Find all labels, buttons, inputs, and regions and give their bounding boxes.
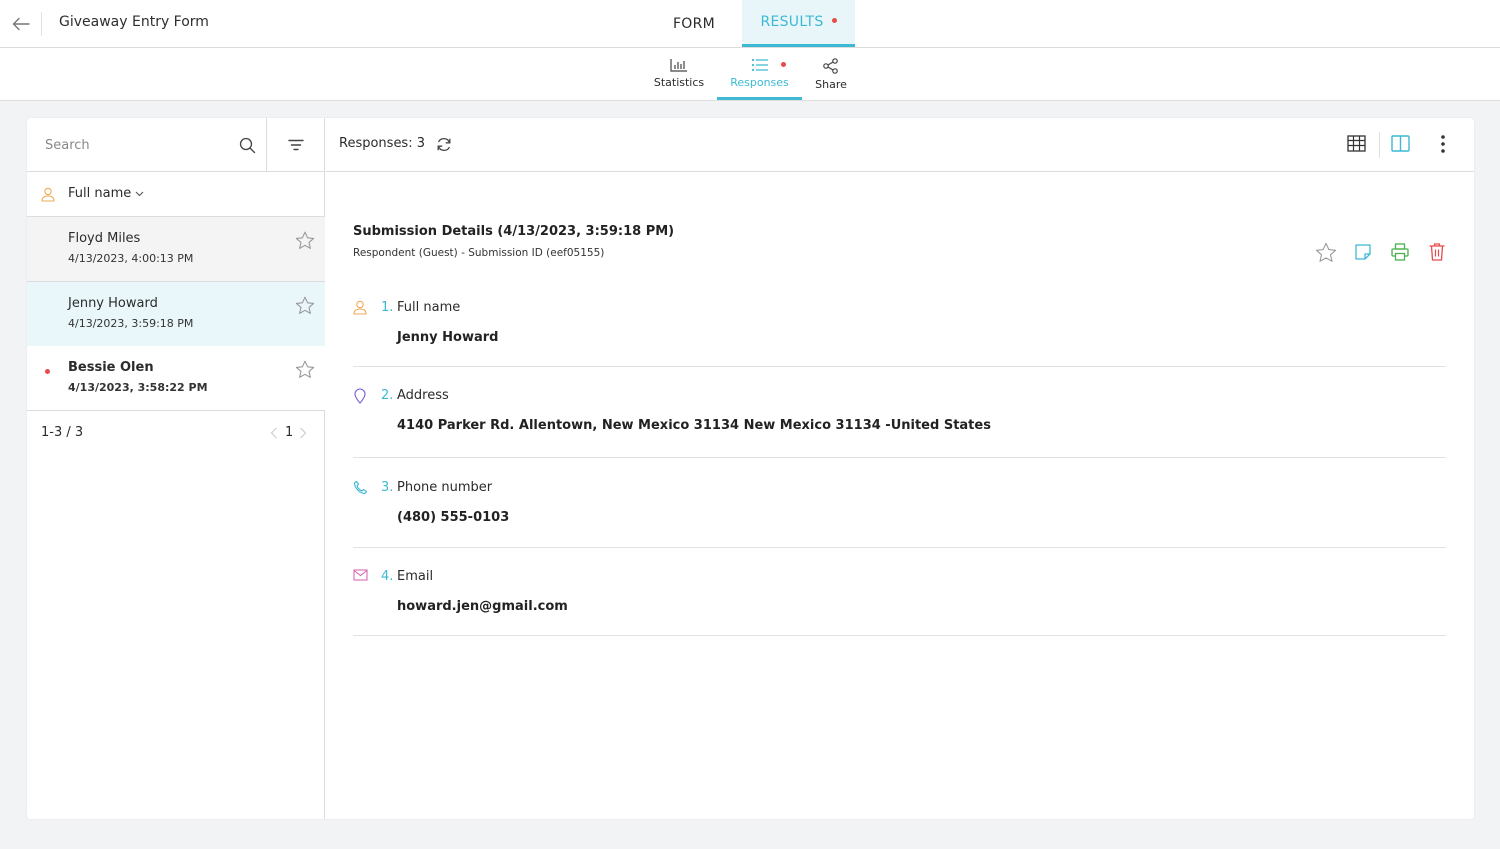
current-page[interactable]: 1 xyxy=(285,425,293,440)
respondent-name: Floyd Miles xyxy=(68,231,141,246)
person-icon xyxy=(353,300,367,315)
submission-date: 4/13/2023, 4:00:13 PM xyxy=(68,252,194,265)
star-icon[interactable] xyxy=(295,231,315,250)
question-number: 4. xyxy=(381,569,394,584)
search-bar xyxy=(27,118,325,172)
notification-dot xyxy=(781,62,786,67)
results-card: Full name Floyd Miles 4/13/2023, 4:00:13… xyxy=(27,118,1474,819)
responses-count: Responses: 3 xyxy=(339,136,425,151)
divider xyxy=(41,12,42,36)
question-number: 3. xyxy=(381,480,394,495)
pagination-range: 1-3 / 3 xyxy=(41,425,84,440)
search-icon xyxy=(239,137,255,153)
chevron-down-icon xyxy=(135,191,144,196)
subtab-responses[interactable]: Responses xyxy=(717,48,802,100)
question-number: 2. xyxy=(381,388,394,403)
list-item[interactable]: Bessie Olen 4/13/2023, 3:58:22 PM xyxy=(27,346,325,411)
phone-icon xyxy=(353,480,368,495)
pagination: 1-3 / 3 1 xyxy=(27,412,325,452)
note-icon[interactable] xyxy=(1353,242,1373,262)
split-view-icon[interactable] xyxy=(1391,135,1410,152)
subtab-statistics[interactable]: Statistics xyxy=(644,48,714,100)
question-number: 1. xyxy=(381,300,394,315)
answer-value: Jenny Howard xyxy=(397,330,499,345)
answer-email: 4. Email howard.jen@gmail.com xyxy=(353,569,1446,636)
answer-address: 2. Address 4140 Parker Rd. Allentown, Ne… xyxy=(353,388,1446,458)
question-label: Email xyxy=(397,569,434,584)
refresh-icon[interactable] xyxy=(436,137,452,152)
submission-title: Submission Details (4/13/2023, 3:59:18 P… xyxy=(353,224,675,239)
more-vertical-icon[interactable] xyxy=(1440,134,1446,154)
detail-toolbar: Responses: 3 xyxy=(326,118,1474,172)
subtab-responses-label: Responses xyxy=(730,76,789,89)
filter-button[interactable] xyxy=(267,118,325,172)
star-icon[interactable] xyxy=(295,360,315,379)
responses-list-pane: Full name Floyd Miles 4/13/2023, 4:00:13… xyxy=(27,118,325,819)
divider xyxy=(1379,132,1380,158)
subtab-share-label: Share xyxy=(815,78,847,91)
subtab-statistics-label: Statistics xyxy=(653,76,705,89)
star-icon[interactable] xyxy=(295,296,315,315)
respondent-name: Jenny Howard xyxy=(68,296,158,311)
mail-icon xyxy=(353,569,368,581)
bar-chart-icon xyxy=(670,59,687,72)
list-icon xyxy=(751,58,768,72)
back-button[interactable] xyxy=(0,0,42,47)
tab-results[interactable]: RESULTS xyxy=(742,0,855,47)
trash-icon[interactable] xyxy=(1428,242,1446,262)
table-view-icon[interactable] xyxy=(1347,135,1366,152)
location-pin-icon xyxy=(354,388,366,404)
share-icon xyxy=(823,58,838,74)
star-icon[interactable] xyxy=(1315,242,1337,263)
chevron-left-icon[interactable] xyxy=(270,427,278,439)
list-item[interactable]: Floyd Miles 4/13/2023, 4:00:13 PM xyxy=(27,217,325,282)
list-item[interactable]: Jenny Howard 4/13/2023, 3:59:18 PM xyxy=(27,282,325,347)
tab-form[interactable]: FORM xyxy=(650,0,738,47)
answer-value: (480) 555-0103 xyxy=(397,510,510,525)
unread-dot xyxy=(45,369,50,374)
print-icon[interactable] xyxy=(1390,242,1410,262)
filter-icon xyxy=(288,139,304,151)
tab-results-label: RESULTS xyxy=(760,14,824,30)
search-input[interactable] xyxy=(35,126,225,164)
column-sort-header[interactable]: Full name xyxy=(27,172,325,217)
answer-phone-number: 3. Phone number (480) 555-0103 xyxy=(353,480,1446,548)
chevron-right-icon[interactable] xyxy=(299,427,307,439)
submission-date: 4/13/2023, 3:59:18 PM xyxy=(68,317,194,330)
answer-value: 4140 Parker Rd. Allentown, New Mexico 31… xyxy=(397,418,991,433)
subtab-share[interactable]: Share xyxy=(806,48,856,100)
question-label: Address xyxy=(397,388,449,403)
results-subnav: Statistics Responses Share xyxy=(0,48,1500,101)
question-label: Phone number xyxy=(397,480,493,495)
person-icon xyxy=(41,187,55,202)
column-header-label: Full name xyxy=(68,186,132,201)
answer-value: howard.jen@gmail.com xyxy=(397,599,568,614)
respondent-name: Bessie Olen xyxy=(68,360,154,375)
form-title: Giveaway Entry Form xyxy=(59,14,209,30)
submission-detail-pane: Responses: 3 Submission Details (4/13/20… xyxy=(326,118,1474,819)
question-label: Full name xyxy=(397,300,461,315)
notification-dot xyxy=(831,17,837,23)
submission-date: 4/13/2023, 3:58:22 PM xyxy=(68,381,208,394)
search-button[interactable] xyxy=(232,132,262,158)
top-bar: Giveaway Entry Form FORM RESULTS xyxy=(0,0,1500,48)
submission-meta: Respondent (Guest) - Submission ID (eef0… xyxy=(353,247,605,259)
arrow-left-icon xyxy=(12,17,30,30)
answer-full-name: 1. Full name Jenny Howard xyxy=(353,300,1446,367)
tab-form-label: FORM xyxy=(672,15,716,32)
